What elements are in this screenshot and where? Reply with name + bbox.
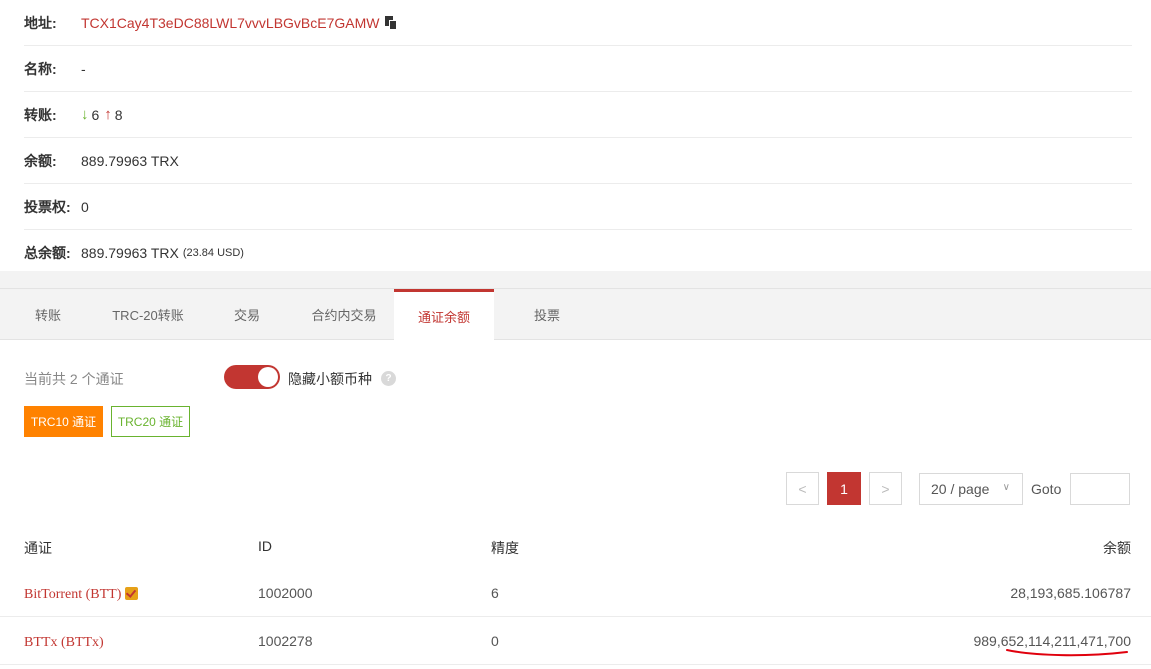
toggle-knob <box>258 367 278 387</box>
token-count: 当前共 2 个通证 <box>24 371 124 387</box>
header-token: 通证 <box>24 540 52 556</box>
balance-value: 889.79963 TRX <box>81 152 179 169</box>
address-row: 地址: TCX1Cay4T3eDC88LWL7vvvLBGvBcE7GAMW <box>24 0 1132 46</box>
vote-row: 投票权: 0 <box>24 184 1132 230</box>
total-value: 889.79963 TRX <box>81 245 179 261</box>
page-size-value: 20 / page <box>931 481 990 497</box>
prev-page-button[interactable]: < <box>786 472 819 505</box>
copy-icon[interactable] <box>384 15 397 30</box>
page-size-select[interactable]: 20 / page ∨ <box>919 473 1023 505</box>
tab-votes[interactable]: 投票 <box>494 289 600 340</box>
token-balance: 989,652,114,211,471,700 <box>973 633 1131 649</box>
name-label: 名称: <box>24 60 57 77</box>
goto-label: Goto <box>1031 481 1062 497</box>
transfers-row: 转账: ↓ 6 ↑ 8 <box>24 92 1132 138</box>
arrow-down-icon: ↓ <box>81 106 89 123</box>
tab-bar: 转账 TRC-20转账 交易 合约内交易 通证余额 投票 <box>0 288 1151 341</box>
account-info: 地址: TCX1Cay4T3eDC88LWL7vvvLBGvBcE7GAMW 名… <box>24 0 1132 276</box>
chevron-down-icon: ∨ <box>1002 482 1010 493</box>
balance-row: 余额: 889.79963 TRX <box>24 138 1132 184</box>
transfers-in-count: 6 <box>91 106 100 123</box>
section-divider <box>0 271 1151 288</box>
token-precision: 0 <box>491 633 499 649</box>
total-label: 总余额: <box>24 245 71 261</box>
hide-small-label: 隐藏小额币种 <box>288 371 372 387</box>
question-icon[interactable]: ? <box>381 371 396 386</box>
tab-transfers[interactable]: 转账 <box>0 289 96 340</box>
address-value[interactable]: TCX1Cay4T3eDC88LWL7vvvLBGvBcE7GAMW <box>81 15 380 31</box>
transfers-label: 转账: <box>24 106 57 123</box>
verified-badge-icon <box>125 587 139 600</box>
trc10-filter-button[interactable]: TRC10 通证 <box>24 406 103 437</box>
token-id: 1002000 <box>258 585 313 601</box>
goto-input[interactable] <box>1070 473 1130 505</box>
vote-label: 投票权: <box>24 198 71 215</box>
token-precision: 6 <box>491 585 499 601</box>
address-label: 地址: <box>24 14 57 31</box>
table-row: BitTorrent (BTT) 1002000 6 28,193,685.10… <box>0 569 1151 657</box>
transfers-out-count: 8 <box>114 106 123 123</box>
tab-internal-transactions[interactable]: 合约内交易 <box>294 289 394 340</box>
next-page-button[interactable]: > <box>869 472 902 505</box>
token-id: 1002278 <box>258 633 313 649</box>
vote-value: 0 <box>81 198 89 215</box>
arrow-up-icon: ↑ <box>104 106 112 123</box>
hide-small-toggle[interactable] <box>224 365 280 389</box>
trc20-filter-button[interactable]: TRC20 通证 <box>111 406 190 437</box>
tab-trc20-transfers[interactable]: TRC-20转账 <box>96 289 200 340</box>
header-balance: 余额 <box>1103 540 1131 556</box>
token-balance: 28,193,685.106787 <box>1010 585 1131 601</box>
name-value: - <box>81 60 86 77</box>
token-name-link[interactable]: BitTorrent (BTT) <box>24 587 121 602</box>
name-row: 名称: - <box>24 46 1132 92</box>
header-precision: 精度 <box>491 540 519 556</box>
total-usd: (23.84 USD) <box>182 247 244 259</box>
token-name-link[interactable]: BTTx (BTTx) <box>24 635 104 650</box>
current-page-button[interactable]: 1 <box>827 472 861 505</box>
header-id: ID <box>258 538 272 554</box>
balance-label: 余额: <box>24 152 57 169</box>
total-row: 总余额: 889.79963 TRX (23.84 USD) <box>24 230 1132 276</box>
tab-token-balances[interactable]: 通证余额 <box>394 289 494 341</box>
tab-transactions[interactable]: 交易 <box>200 289 294 340</box>
table-row: BTTx (BTTx) 1002278 0 989,652,114,211,47… <box>0 617 1151 665</box>
